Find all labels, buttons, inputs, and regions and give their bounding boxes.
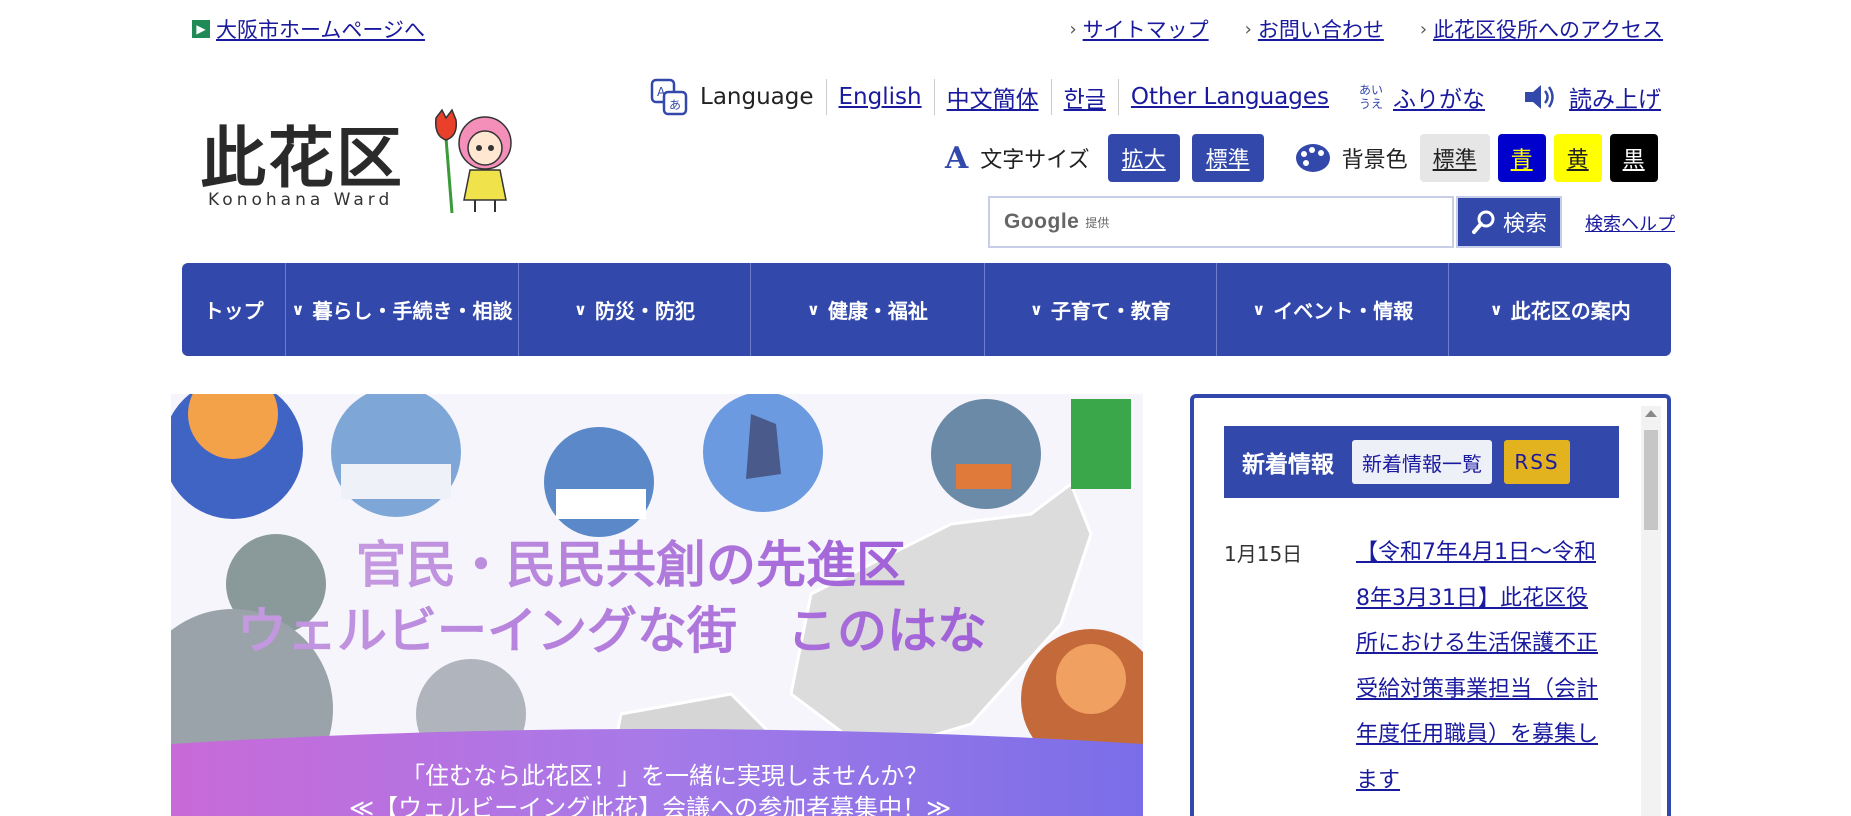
chevron-right-icon: › (1244, 18, 1252, 40)
news-date: 1月15日 (1224, 542, 1303, 566)
chevron-down-icon: ∨ (1029, 300, 1043, 319)
language-bar: A あ Language English 中文簡体 한글 Other Langu… (650, 78, 1661, 116)
bg-yellow-button[interactable]: 黄 (1553, 134, 1602, 182)
news-scrollbar[interactable] (1641, 406, 1661, 816)
arrow-right-icon: ▶ (192, 20, 210, 38)
hero-banner-text-2: ≪【ウェルビーイング此花】会議への参加者募集中！≫ (349, 794, 951, 816)
text-size-standard-button[interactable]: 標準 (1191, 134, 1264, 182)
hero-banner-text-1: 「住むなら此花区！」を一緒に実現しませんか？ (401, 762, 928, 790)
chevron-right-icon: › (1069, 18, 1077, 40)
chevron-down-icon: ∨ (573, 300, 587, 319)
divider (933, 79, 935, 115)
bg-color-label: 背景色 (1341, 148, 1408, 173)
speaker-icon (1525, 85, 1554, 109)
chevron-right-icon: › (1419, 18, 1428, 40)
search-button-label: 検索 (1502, 212, 1547, 237)
nav-guide[interactable]: ∨ 此花区の案内 (1449, 263, 1671, 356)
access-link[interactable]: › 此花区役所へのアクセス (1420, 14, 1663, 44)
sitemap-link[interactable]: › サイトマップ (1069, 14, 1208, 44)
osaka-city-link-label[interactable]: 大阪市ホームページへ (216, 14, 425, 44)
palette-icon (1295, 144, 1330, 172)
news-header: 新着情報 新着情報一覧 RSS (1224, 426, 1619, 498)
lang-chinese[interactable]: 中文簡体 (947, 80, 1039, 114)
osaka-city-link[interactable]: ▶ 大阪市ホームページへ (192, 14, 425, 44)
mascot-icon (434, 108, 512, 214)
divider (825, 79, 827, 115)
news-item-link[interactable]: 【令和7年4月1日～令和8年3月31日】此花区役所における生活保護不正受給対策事… (1356, 530, 1606, 803)
text-size-label: 文字サイズ (980, 148, 1090, 173)
news-title: 新着情報 (1242, 452, 1334, 478)
search-icon (1471, 210, 1495, 234)
display-settings: A 文字サイズ 拡大 標準 背景色 標準 青 黄 黒 (945, 134, 1658, 182)
chevron-down-icon: ∨ (1489, 300, 1503, 319)
divider (1117, 79, 1119, 115)
svg-text:あ: あ (669, 98, 681, 112)
divider (1050, 79, 1052, 115)
furigana-icon: あい うえ (1359, 83, 1384, 111)
language-icon: A あ (650, 78, 688, 116)
contact-link[interactable]: › お問い合わせ (1245, 14, 1384, 44)
hero-headline-1: 官民・民民共創の先進区 (356, 536, 906, 594)
svg-text:A: A (657, 85, 666, 99)
bg-blue-button[interactable]: 青 (1497, 134, 1546, 182)
utility-links: › サイトマップ › お問い合わせ › 此花区役所へのアクセス (1069, 14, 1663, 44)
nav-events[interactable]: ∨ イベント・情報 (1217, 263, 1450, 356)
nav-childcare[interactable]: ∨ 子育て・教育 (985, 263, 1218, 356)
hero-headline-2: ウェルビーイングな街 このはな (237, 602, 987, 660)
lang-korean[interactable]: 한글 (1064, 80, 1106, 114)
hero-banner[interactable]: 官民・民民共創の先進区 ウェルビーイングな街 このはな 「住むなら此花区！」を一… (171, 394, 1143, 816)
site-logo-title[interactable]: 此花区 (200, 105, 404, 201)
chevron-down-icon: ∨ (291, 300, 305, 319)
scroll-up-arrow-icon[interactable] (1645, 410, 1657, 417)
search-button[interactable]: 検索 (1456, 196, 1562, 248)
global-nav: トップ ∨ 暮らし・手続き・相談 ∨ 防災・防犯 ∨ 健康・福祉 ∨ 子育て・教育 ∨ イ… (182, 263, 1671, 356)
language-label: Language (700, 84, 814, 110)
lang-other[interactable]: Other Languages (1131, 84, 1329, 110)
news-panel: 新着情報 新着情報一覧 RSS 1月15日 【令和7年4月1日～令和8年3月31… (1190, 394, 1671, 816)
hero-illustration: 官民・民民共創の先進区 ウェルビーイングな街 このはな 「住むなら此花区！」を一… (171, 394, 1143, 816)
bg-standard-button[interactable]: 標準 (1419, 134, 1490, 182)
scroll-thumb[interactable] (1644, 430, 1658, 530)
nav-top[interactable]: トップ (182, 263, 287, 356)
google-brand: Google (1004, 210, 1080, 233)
search-input[interactable]: Google 提供 (988, 196, 1454, 248)
nav-disaster[interactable]: ∨ 防災・防犯 (519, 263, 752, 356)
nav-health[interactable]: ∨ 健康・福祉 (751, 263, 985, 356)
furigana-link[interactable]: ふりがな (1393, 80, 1485, 114)
news-list-button[interactable]: 新着情報一覧 (1352, 440, 1492, 484)
chevron-down-icon: ∨ (1252, 300, 1266, 319)
chevron-down-icon: ∨ (806, 300, 820, 319)
read-aloud-link[interactable]: 読み上げ (1569, 80, 1661, 114)
text-size-icon: A (945, 140, 969, 176)
nav-living[interactable]: ∨ 暮らし・手続き・相談 (286, 263, 519, 356)
google-provided: 提供 (1085, 215, 1110, 230)
text-size-enlarge-button[interactable]: 拡大 (1107, 134, 1180, 182)
site-logo-subtitle: Konohana Ward (208, 190, 394, 210)
bg-black-button[interactable]: 黒 (1609, 134, 1658, 182)
rss-button[interactable]: RSS (1504, 440, 1570, 484)
lang-english[interactable]: English (839, 84, 922, 110)
search-help-link[interactable]: 検索ヘルプ (1585, 210, 1675, 236)
